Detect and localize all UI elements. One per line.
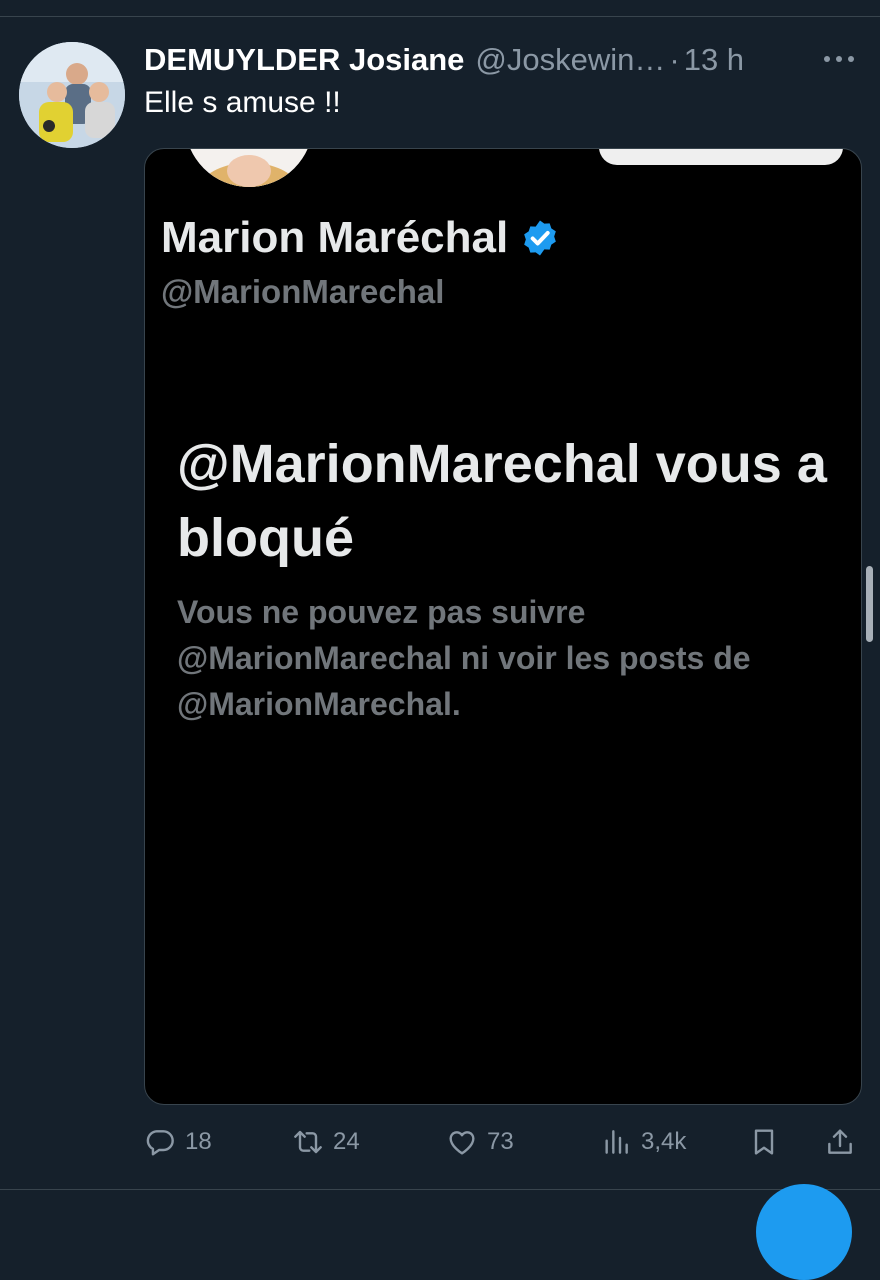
more-horizontal-icon[interactable] xyxy=(822,52,856,66)
bottom-divider xyxy=(0,1189,880,1190)
reply-button[interactable]: 18 xyxy=(144,1120,212,1164)
avatar-photo xyxy=(19,42,125,148)
blocked-description: Vous ne pouvez pas suivre @MarionMarecha… xyxy=(177,594,751,722)
embedded-profile-name-text: Marion Maréchal xyxy=(161,213,509,262)
tweet-text: Elle s amuse !! xyxy=(144,86,341,119)
top-divider xyxy=(0,16,880,17)
views-icon xyxy=(605,1130,628,1154)
tweet-header: DEMUYLDER Josiane @Joskewin… · 13 h xyxy=(144,38,844,82)
embedded-profile-button xyxy=(599,149,843,165)
compose-floating-button[interactable] xyxy=(756,1184,852,1280)
views-count: 3,4k xyxy=(641,1128,687,1155)
tweet-action-bar: 18 24 73 3,4k xyxy=(144,1120,860,1164)
bookmark-icon xyxy=(754,1129,774,1155)
tweet-media-screenshot[interactable]: Marion Maréchal @MarionMarechal @MarionM… xyxy=(144,148,862,1105)
reply-icon xyxy=(146,1130,174,1156)
author-avatar[interactable] xyxy=(19,42,125,148)
author-name[interactable]: DEMUYLDER Josiane xyxy=(144,42,464,78)
retweet-icon xyxy=(294,1130,322,1154)
embedded-profile-handle: @MarionMarechal xyxy=(161,273,445,310)
verified-badge-icon xyxy=(524,220,557,256)
share-icon xyxy=(828,1129,852,1154)
heart-icon xyxy=(449,1131,475,1155)
like-count: 73 xyxy=(487,1128,514,1155)
scrollbar-thumb[interactable] xyxy=(866,566,873,642)
share-button[interactable] xyxy=(824,1120,856,1164)
tweet-timestamp[interactable]: 13 h xyxy=(684,42,744,78)
blocked-title: @MarionMarechal vous a bloqué xyxy=(177,434,827,568)
header-separator: · xyxy=(669,42,680,77)
retweet-count: 24 xyxy=(333,1128,360,1155)
author-handle[interactable]: @Joskewin… xyxy=(475,42,665,78)
views-button[interactable]: 3,4k xyxy=(600,1120,686,1164)
embedded-profile-name: Marion Maréchal xyxy=(161,213,560,263)
embedded-profile-avatar xyxy=(185,149,313,187)
reply-count: 18 xyxy=(185,1128,212,1155)
like-button[interactable]: 73 xyxy=(446,1120,514,1164)
bookmark-button[interactable] xyxy=(748,1120,780,1164)
retweet-button[interactable]: 24 xyxy=(292,1120,360,1164)
